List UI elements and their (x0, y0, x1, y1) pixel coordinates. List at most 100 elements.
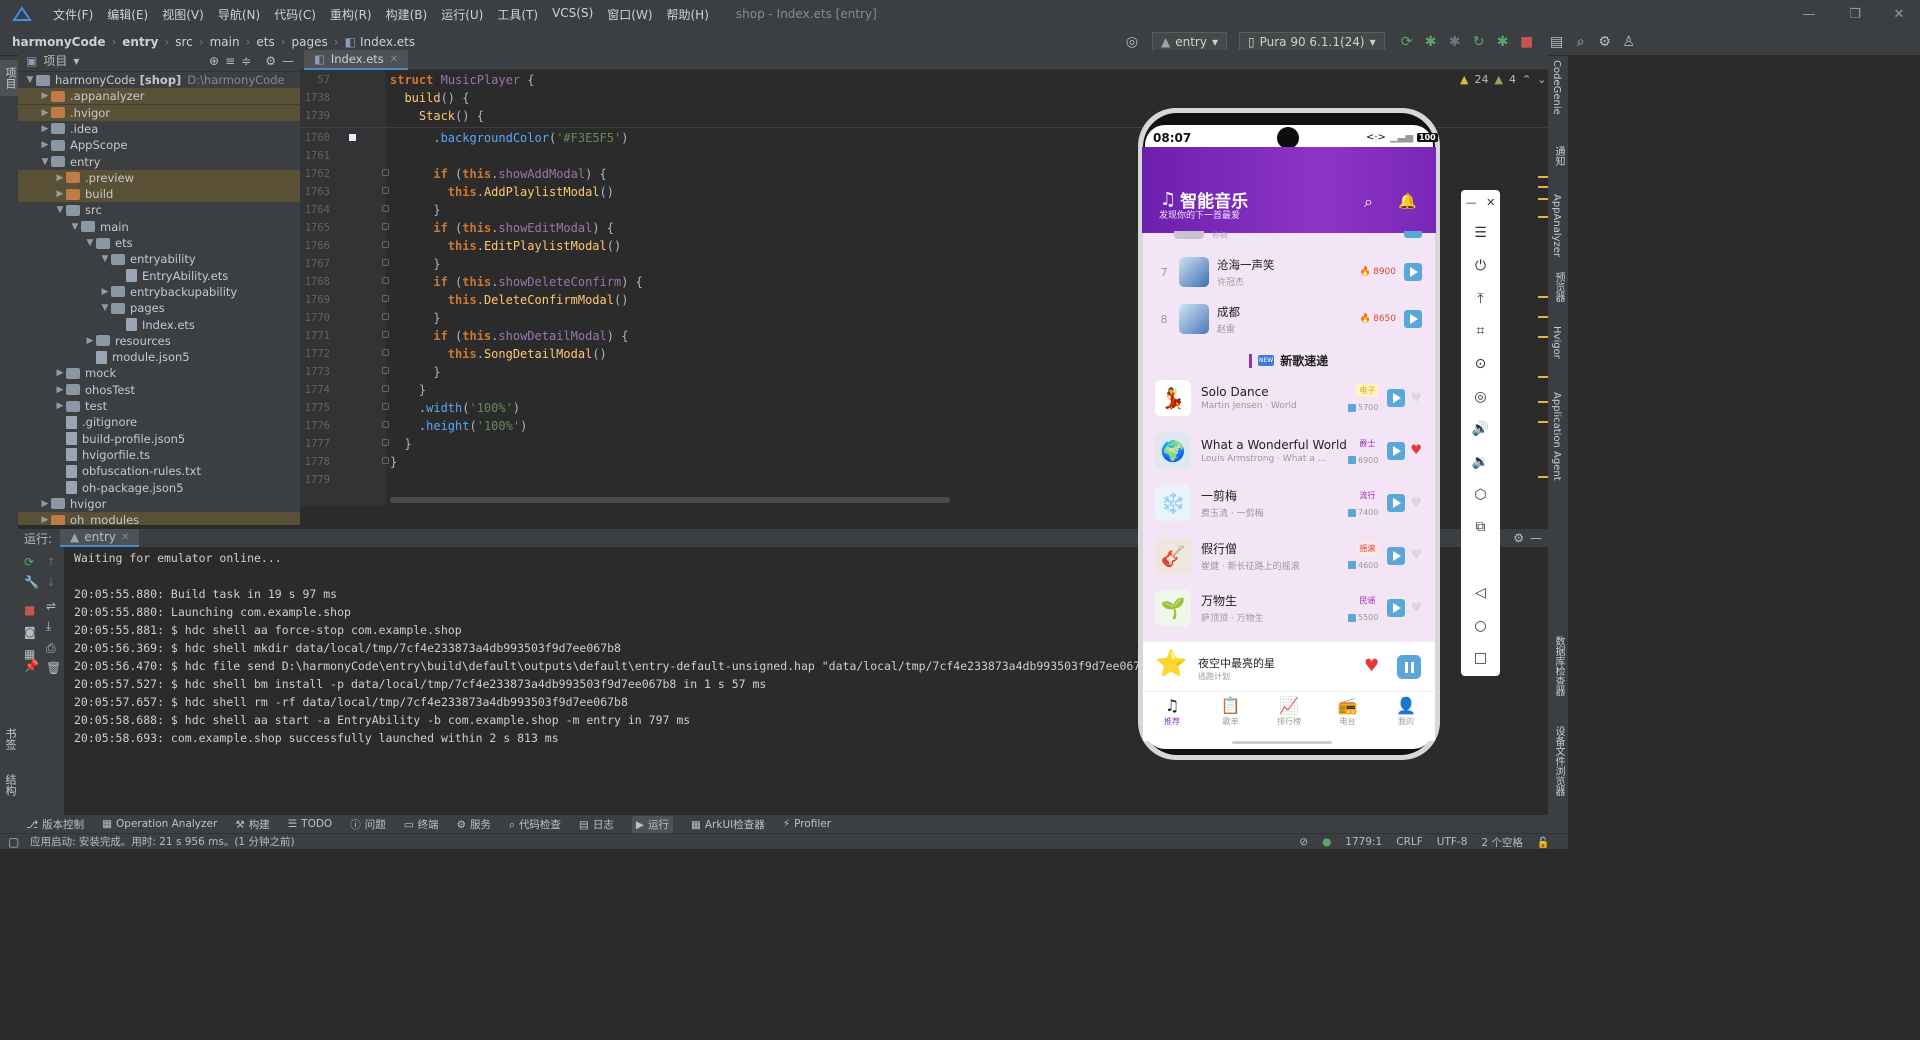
bottom-tool-tab[interactable]: ⚡ Profiler (783, 818, 831, 830)
color-swatch[interactable] (349, 134, 356, 141)
fold-marker-icon[interactable] (382, 295, 389, 302)
minimize-button[interactable]: — (1786, 0, 1832, 28)
maximize-button[interactable]: ❐ (1832, 0, 1878, 28)
bottom-tool-tab[interactable]: ▤ 日志 (579, 817, 614, 832)
chevron-right-icon[interactable]: ▶ (39, 515, 51, 525)
tree-item[interactable]: ▶ hvigor (18, 496, 300, 512)
tree-item[interactable]: ▶ entrybackupability (18, 284, 300, 300)
tree-item[interactable]: ▶ ohosTest (18, 382, 300, 398)
fold-marker-icon[interactable] (382, 313, 389, 320)
chevron-right-icon[interactable]: ▶ (54, 189, 66, 199)
heart-outline-icon[interactable]: ♥ (1410, 496, 1422, 511)
settings-gear-icon[interactable]: ⚙ (1593, 30, 1617, 54)
play-button[interactable] (1404, 263, 1422, 281)
line-separator[interactable]: CRLF (1396, 836, 1423, 848)
run-tab-entry[interactable]: ▲ entry ✕ (60, 529, 140, 547)
soft-wrap-icon[interactable]: ⇌ (46, 599, 56, 613)
warning-stripe-mark[interactable] (1538, 296, 1548, 298)
bookmarks-tool-tab[interactable]: 书签 (0, 724, 18, 754)
panel-settings-icon[interactable]: ⚙ (265, 54, 276, 68)
chevron-right-icon[interactable]: ▶ (39, 91, 51, 101)
tree-item[interactable]: ▼ ets (18, 235, 300, 251)
menu-item[interactable]: 重构(R) (323, 6, 379, 23)
chevron-up-icon[interactable]: ⌃ (1522, 73, 1531, 86)
bottom-tool-tab[interactable]: ⚙ 服务 (457, 817, 491, 832)
hide-run-icon[interactable]: — (1530, 531, 1542, 545)
tree-item[interactable]: ▶ resources (18, 333, 300, 349)
readonly-icon[interactable]: ⊘ (1299, 836, 1308, 848)
search-icon[interactable]: ⌕ (1364, 192, 1373, 212)
right-tool-tab[interactable]: 通知 (1551, 146, 1566, 166)
rank-song-row[interactable]: 7 沧海一声笑 许冠杰 🔥 8900 (1143, 252, 1435, 292)
power-icon[interactable]: ⏻ (1461, 258, 1500, 274)
warning-stripe-mark[interactable] (1538, 176, 1548, 178)
play-button[interactable] (1387, 441, 1406, 460)
new-song-row[interactable]: 🎸 假行僧 崔健 · 新长征路上的摇滚 摇滚 4600 ♥ (1143, 534, 1435, 578)
close-tab-icon[interactable]: ✕ (390, 54, 398, 65)
menu-item[interactable]: 视图(V) (155, 6, 211, 23)
right-tool-tab[interactable]: Hvigor (1551, 326, 1562, 359)
fold-marker-icon[interactable] (382, 367, 389, 374)
camera-icon[interactable]: ◙ (24, 625, 36, 639)
fold-marker-icon[interactable] (382, 187, 389, 194)
copy-icon[interactable]: ⧉ (1461, 519, 1500, 535)
menu-item[interactable]: 帮助(H) (660, 6, 716, 23)
new-song-row[interactable]: 💃 Solo Dance Martin Jensen · World 电子 5700 ♥ (1143, 376, 1435, 420)
warning-stripe-mark[interactable] (1538, 401, 1548, 403)
fold-marker-icon[interactable] (382, 241, 389, 248)
chevron-right-icon[interactable]: ▶ (39, 140, 51, 150)
recents-icon[interactable]: □ (1461, 650, 1500, 666)
emulator-close-icon[interactable]: ✕ (1486, 196, 1495, 209)
tree-item[interactable]: ▶ test (18, 398, 300, 414)
rotate-icon[interactable]: ⊙ (1461, 356, 1500, 372)
home-icon[interactable]: ○ (1461, 618, 1500, 634)
chevron-right-icon[interactable]: ▶ (54, 368, 66, 378)
menu-icon[interactable]: ☰ (1461, 225, 1500, 241)
bottom-tool-tab[interactable]: ⎇ 版本控制 (26, 817, 84, 832)
right-tool-tab[interactable]: Application Agent (1551, 392, 1562, 481)
tree-item[interactable]: module.json5 (18, 349, 300, 365)
heart-outline-icon[interactable]: ♥ (1410, 548, 1422, 563)
tree-item[interactable]: ▶ .hvigor (18, 104, 300, 121)
expand-all-icon[interactable]: ≑ (241, 54, 251, 68)
top-icon[interactable]: ⤒ (1461, 291, 1500, 307)
project-tool-tab[interactable]: 项目 (0, 60, 18, 96)
menu-item[interactable]: 构建(B) (379, 6, 435, 23)
play-button[interactable] (1387, 389, 1406, 407)
phone-tab[interactable]: 📈 排行榜 (1260, 696, 1318, 727)
pause-button[interactable] (1397, 655, 1421, 679)
horizontal-scrollbar[interactable] (390, 497, 950, 503)
fold-marker-icon[interactable] (382, 385, 389, 392)
close-tab-icon[interactable]: ✕ (121, 532, 129, 543)
screenshot-icon[interactable]: ◎ (1461, 389, 1500, 405)
tree-item[interactable]: ▶ mock (18, 365, 300, 381)
new-song-row[interactable]: 🌱 万物生 萨顶顶 · 万物生 民谣 5500 ♥ (1143, 586, 1435, 630)
emulator-minimize-icon[interactable]: — (1466, 196, 1477, 209)
heart-outline-icon[interactable]: ♥ (1410, 391, 1422, 406)
rerun-icon[interactable]: ⟳ (24, 555, 34, 569)
tree-item[interactable]: ▼ main (18, 219, 300, 235)
warning-stripe-mark[interactable] (1538, 336, 1548, 338)
tree-item[interactable]: oh-package.json5 (18, 480, 300, 496)
bell-icon[interactable]: 🔔 (1398, 192, 1417, 210)
scroll-down-icon[interactable]: ↓ (46, 575, 56, 589)
tree-item[interactable]: ▼ harmonyCode [shop] D:\harmonyCode (18, 72, 300, 88)
chevron-right-icon[interactable]: ▶ (54, 173, 66, 183)
chevron-down-icon[interactable]: ▼ (99, 254, 111, 264)
fold-marker-icon[interactable] (382, 439, 389, 446)
select-opened-file-icon[interactable]: ⊕ (209, 54, 219, 68)
phone-tab[interactable]: 📋 歌单 (1202, 696, 1260, 727)
new-song-row[interactable]: ❄️ 一剪梅 费玉清 · 一剪梅 流行 7400 ♥ (1143, 481, 1435, 525)
close-window-button[interactable]: ✕ (1876, 0, 1920, 28)
breadcrumb-item[interactable]: Index.ets (360, 35, 415, 49)
chevron-right-icon[interactable]: ▶ (39, 108, 51, 118)
menu-item[interactable]: 工具(T) (490, 6, 545, 23)
menu-item[interactable]: VCS(S) (545, 6, 600, 23)
tree-item[interactable]: obfuscation-rules.txt (18, 463, 300, 479)
fold-marker-icon[interactable] (382, 223, 389, 230)
breadcrumb-item[interactable]: harmonyCode (12, 35, 105, 49)
partial-play-button[interactable] (1404, 231, 1422, 238)
fold-marker-icon[interactable] (382, 457, 389, 464)
right-tool-tab[interactable]: 数据库检查器 (1551, 636, 1566, 696)
search-icon[interactable]: ⌕ (1569, 30, 1593, 54)
